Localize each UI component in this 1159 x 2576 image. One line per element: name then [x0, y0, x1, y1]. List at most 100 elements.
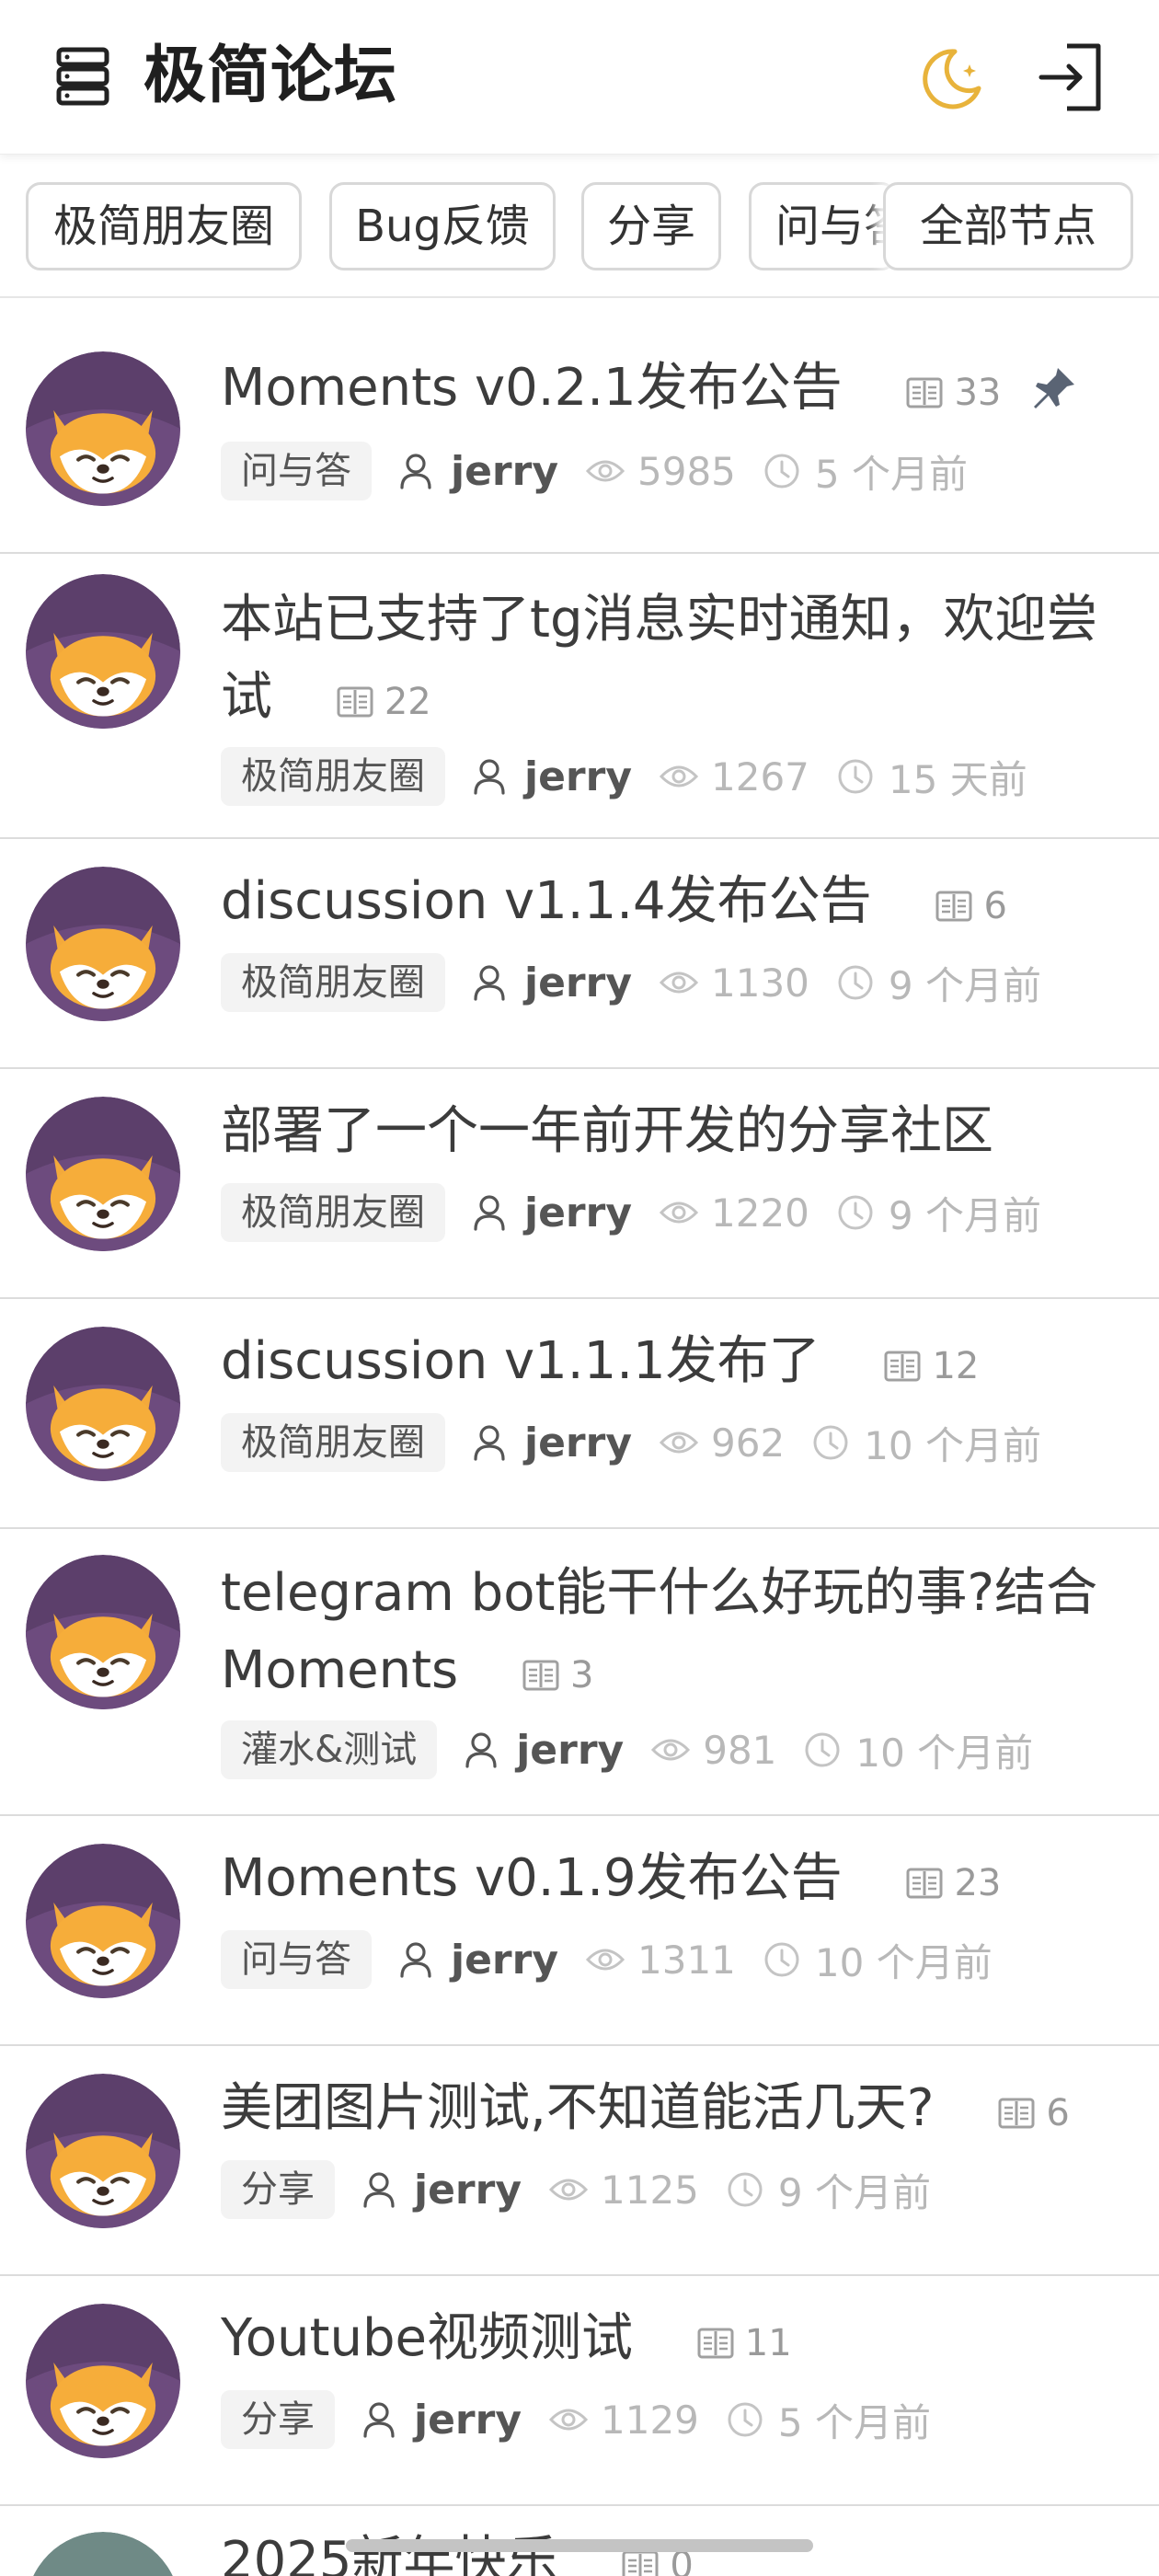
author[interactable]: jerry: [399, 448, 558, 495]
horizontal-scrollbar[interactable]: [346, 2539, 813, 2552]
reply-icon: [906, 1868, 943, 1899]
topic-meta: 极简朋友圈 jerry 1267 15 天前: [221, 747, 1027, 806]
all-nodes-button[interactable]: 全部节点: [883, 182, 1133, 270]
avatar[interactable]: [26, 867, 180, 1021]
author[interactable]: jerry: [399, 1937, 558, 1984]
node-badge[interactable]: 灌水&测试: [221, 1720, 438, 1779]
topic-title-line: 本站已支持了tg消息实时通知，欢迎尝试 22: [221, 581, 1122, 741]
author[interactable]: jerry: [465, 1727, 624, 1774]
topic-title[interactable]: Moments v0.1.9发布公告: [221, 1848, 843, 1908]
clock-icon: [837, 964, 874, 1001]
node-badge[interactable]: 问与答: [221, 442, 372, 500]
author-name[interactable]: jerry: [414, 2397, 522, 2444]
node-badge[interactable]: 极简朋友圈: [221, 1413, 445, 1472]
topic-row[interactable]: 部署了一个一年前开发的分享社区 4 极简朋友圈 jerry 1220 9 个月前: [0, 1069, 1159, 1299]
user-icon: [473, 1424, 506, 1461]
node-badge[interactable]: 分享: [221, 2160, 335, 2219]
avatar[interactable]: [26, 2304, 180, 2458]
tab-node[interactable]: Bug反馈: [329, 182, 556, 270]
reply-count-value: 12: [932, 1345, 980, 1387]
tab-node[interactable]: 极简朋友圈: [26, 182, 302, 270]
topic-title-line: Youtube视频测试 11: [221, 2300, 1122, 2382]
author-name[interactable]: jerry: [451, 448, 558, 495]
topic-row[interactable]: 本站已支持了tg消息实时通知，欢迎尝试 22 极简朋友圈 jerry 1267 …: [0, 554, 1159, 839]
author[interactable]: jerry: [362, 2397, 522, 2444]
avatar[interactable]: [26, 1097, 180, 1251]
author-name[interactable]: jerry: [524, 753, 632, 800]
topic-title[interactable]: 美团图片测试,不知道能活几天?: [221, 2078, 935, 2138]
reply-count: 22: [337, 663, 431, 741]
topic-title[interactable]: telegram bot能干什么好玩的事?结合Moments: [221, 1563, 1097, 1700]
view-count: 5985: [586, 449, 736, 494]
view-count: 1125: [549, 2168, 699, 2213]
topic-row[interactable]: discussion v1.1.1发布了 12 极简朋友圈 jerry 962 …: [0, 1299, 1159, 1529]
reply-icon: [337, 686, 373, 718]
node-badge[interactable]: 问与答: [221, 1930, 372, 1989]
reply-count-value: 3: [570, 1654, 594, 1696]
author[interactable]: jerry: [473, 1190, 632, 1236]
node-badge[interactable]: 极简朋友圈: [221, 747, 445, 806]
reply-icon: [522, 1660, 559, 1691]
author-name[interactable]: jerry: [524, 1190, 632, 1236]
topic-title[interactable]: discussion v1.1.4发布公告: [221, 871, 872, 931]
topic-row[interactable]: Moments v0.2.1发布公告 33 问与答 jerry 5985 5 个…: [0, 298, 1159, 554]
author-name[interactable]: jerry: [414, 2167, 522, 2214]
node-badge[interactable]: 分享: [221, 2390, 335, 2449]
reply-icon: [622, 2550, 659, 2576]
avatar[interactable]: [26, 1555, 180, 1709]
author[interactable]: jerry: [473, 960, 632, 1006]
author-name[interactable]: jerry: [516, 1727, 624, 1774]
topic-title[interactable]: 2025新年快乐: [221, 2531, 558, 2576]
post-time: 10 个月前: [804, 1722, 1033, 1778]
post-time: 15 天前: [837, 749, 1027, 805]
view-count: 1220: [660, 1190, 809, 1236]
author[interactable]: jerry: [473, 753, 632, 800]
avatar[interactable]: [26, 574, 180, 729]
user-icon: [465, 1731, 498, 1768]
avatar[interactable]: [26, 1844, 180, 1998]
eye-icon: [660, 763, 698, 790]
eye-icon: [549, 2176, 588, 2203]
topic-title[interactable]: Moments v0.2.1发布公告: [221, 358, 843, 418]
avatar[interactable]: [26, 2532, 180, 2576]
app-title[interactable]: 极简论坛: [143, 37, 397, 116]
avatar[interactable]: [26, 1327, 180, 1481]
clock-icon: [727, 2171, 763, 2208]
tab-node[interactable]: 问与答: [749, 182, 896, 270]
login-icon[interactable]: [1038, 40, 1106, 114]
reply-count-value: 33: [954, 372, 1002, 414]
reply-count-value: 6: [983, 885, 1007, 927]
topic-row[interactable]: discussion v1.1.4发布公告 6 极简朋友圈 jerry 1130…: [0, 839, 1159, 1069]
post-time: 9 个月前: [837, 1185, 1041, 1241]
avatar[interactable]: [26, 2074, 180, 2228]
topic-title-line: Moments v0.2.1发布公告 33: [221, 350, 1122, 431]
reply-count: 11: [697, 2305, 792, 2382]
author[interactable]: jerry: [473, 1420, 632, 1466]
moon-icon[interactable]: [918, 46, 984, 112]
menu-icon[interactable]: [55, 46, 110, 107]
topic-title[interactable]: discussion v1.1.1发布了: [221, 1331, 820, 1391]
topic-meta: 极简朋友圈 jerry 1130 9 个月前: [221, 953, 1041, 1012]
node-badge[interactable]: 极简朋友圈: [221, 1183, 445, 1242]
clock-icon: [804, 1731, 841, 1768]
topic-row[interactable]: telegram bot能干什么好玩的事?结合Moments 3 灌水&测试 j…: [0, 1529, 1159, 1816]
topic-title[interactable]: Youtube视频测试: [221, 2308, 633, 2368]
author-name[interactable]: jerry: [524, 1420, 632, 1466]
avatar[interactable]: [26, 351, 180, 506]
eye-icon: [660, 969, 698, 996]
author-name[interactable]: jerry: [451, 1937, 558, 1984]
topic-row[interactable]: Youtube视频测试 11 分享 jerry 1129 5 个月前: [0, 2276, 1159, 2506]
topic-row[interactable]: Moments v0.1.9发布公告 23 问与答 jerry 1311 10 …: [0, 1816, 1159, 2046]
topic-row[interactable]: 美团图片测试,不知道能活几天? 6 分享 jerry 1125 9 个月前: [0, 2046, 1159, 2276]
clock-icon: [727, 2401, 763, 2438]
user-icon: [399, 1941, 432, 1978]
author-name[interactable]: jerry: [524, 960, 632, 1006]
tab-node[interactable]: 分享: [581, 182, 721, 270]
node-badge[interactable]: 极简朋友圈: [221, 953, 445, 1012]
view-count: 1311: [586, 1938, 736, 1983]
author[interactable]: jerry: [362, 2167, 522, 2214]
topic-title[interactable]: 部署了一个一年前开发的分享社区: [221, 1101, 993, 1161]
view-count-value: 962: [711, 1420, 786, 1466]
topic-title-line: discussion v1.1.4发布公告 6: [221, 863, 1122, 945]
view-count-value: 1125: [601, 2167, 699, 2213]
